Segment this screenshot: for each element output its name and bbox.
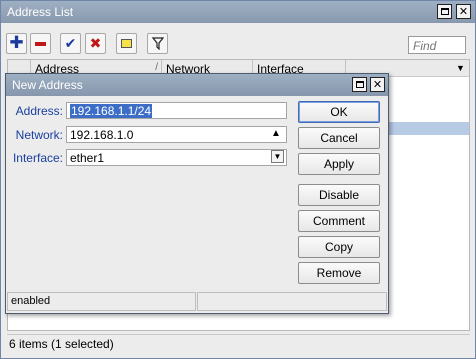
interface-select[interactable]: ether1	[66, 149, 287, 166]
dropdown-arrow-icon: ▼	[273, 151, 282, 161]
new-address-dialog: New Address ✕ Address: 192.168.1.1/24 Ne…	[5, 73, 389, 314]
toolbar: ✚ ✔ ✖	[1, 23, 475, 59]
check-icon: ✔	[64, 35, 77, 52]
disable-button[interactable]: Disable	[298, 184, 380, 206]
filter-button[interactable]	[147, 33, 168, 54]
dialog-title: New Address	[12, 78, 83, 92]
interface-value: ether1	[70, 151, 105, 165]
apply-button[interactable]: Apply	[298, 153, 380, 175]
dialog-restore-button[interactable]	[352, 77, 367, 92]
remove-button[interactable]	[30, 33, 51, 54]
close-icon: ✕	[372, 78, 383, 91]
comment-button[interactable]: Comment	[298, 210, 380, 232]
interface-label: Interface:	[12, 151, 63, 165]
network-label: Network:	[15, 128, 63, 142]
close-icon: ✕	[458, 5, 469, 18]
x-icon: ✖	[89, 35, 102, 52]
minus-icon	[35, 41, 46, 46]
window-status: 6 items (1 selected)	[7, 334, 470, 352]
dialog-status: enabled	[7, 292, 196, 311]
network-field[interactable]: 192.168.1.0	[66, 126, 287, 143]
interface-dropdown-button[interactable]: ▼	[271, 150, 284, 163]
column-menu-icon[interactable]: ▼	[456, 63, 465, 73]
find-input[interactable]	[408, 36, 466, 54]
dialog-status-empty	[197, 292, 387, 311]
selected-row[interactable]	[389, 122, 469, 135]
address-field[interactable]: 192.168.1.1/24	[66, 102, 287, 119]
ok-button[interactable]: OK	[298, 101, 380, 123]
enable-button[interactable]: ✔	[60, 33, 81, 54]
network-value: 192.168.1.0	[70, 128, 134, 142]
dialog-titlebar[interactable]: New Address ✕	[6, 74, 388, 96]
add-button[interactable]: ✚	[6, 33, 27, 54]
address-label: Address:	[15, 104, 63, 118]
restore-button[interactable]	[437, 4, 452, 19]
cancel-button[interactable]: Cancel	[298, 127, 380, 149]
dialog-close-button[interactable]: ✕	[370, 77, 385, 92]
restore-icon	[355, 81, 364, 88]
copy-button[interactable]: Copy	[298, 236, 380, 258]
window-titlebar[interactable]: Address List ✕	[1, 1, 475, 23]
collapse-icon[interactable]: ▲	[271, 128, 281, 139]
filter-icon	[151, 37, 164, 50]
address-value: 192.168.1.1/24	[70, 104, 153, 118]
restore-icon	[440, 8, 449, 15]
window-title: Address List	[7, 5, 74, 19]
close-button[interactable]: ✕	[456, 4, 471, 19]
note-icon	[121, 39, 132, 48]
plus-icon: ✚	[9, 33, 24, 53]
remove-button[interactable]: Remove	[298, 262, 380, 284]
comment-button[interactable]	[116, 33, 137, 54]
disable-button[interactable]: ✖	[85, 33, 106, 54]
dialog-status-bar: enabled	[7, 292, 387, 311]
